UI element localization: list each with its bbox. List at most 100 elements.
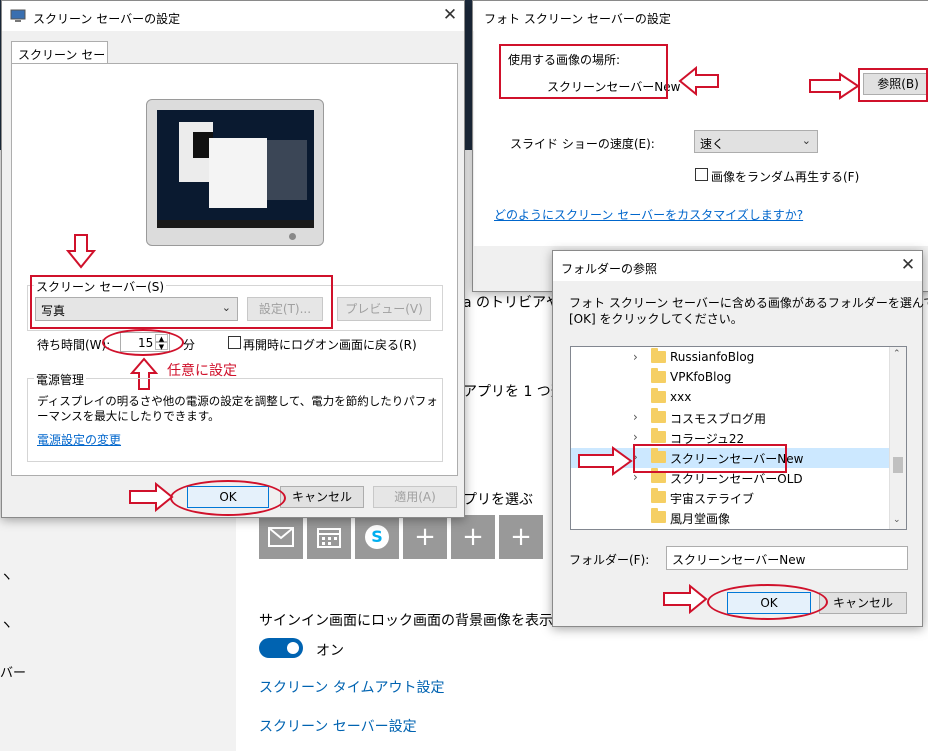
- screen-saver-settings-link[interactable]: スクリーン セーバー設定: [259, 716, 417, 736]
- folder-label: フォルダー(F):: [569, 553, 650, 567]
- preview-screen: [157, 110, 314, 228]
- photo-screensaver-dialog: フォト スクリーン セーバーの設定 使用する画像の場所: スクリーンセーバーNe…: [472, 0, 928, 292]
- annotation-box: [499, 44, 668, 99]
- folder-tree-item[interactable]: 宇宙ステライブ: [571, 488, 889, 508]
- lock-screen-toggle[interactable]: [259, 638, 303, 658]
- speed-value: 速く: [700, 137, 725, 151]
- chevron-right-icon[interactable]: ›: [633, 430, 638, 444]
- plus-icon: +: [462, 522, 484, 552]
- folder-name: 宇宙ステライブ: [670, 492, 755, 506]
- folder-icon: [651, 508, 666, 523]
- chevron-down-icon: ⌄: [801, 134, 811, 147]
- customize-link[interactable]: どのようにスクリーン セーバーをカスタマイズしますか?: [494, 206, 803, 223]
- apply-button[interactable]: 適用(A): [373, 486, 457, 508]
- folder-dialog-title: フォルダーの参照: [561, 262, 658, 276]
- annotation-text: 任意に設定: [167, 363, 237, 379]
- folder-icon: [651, 388, 666, 403]
- photo-dialog-title: フォト スクリーン セーバーの設定: [484, 12, 671, 26]
- plus-icon: +: [510, 522, 532, 552]
- plus-icon: +: [414, 522, 436, 552]
- annotation-box: [30, 275, 333, 329]
- annotation-oval: [707, 584, 828, 620]
- folder-name: xxx: [670, 390, 692, 404]
- speed-select[interactable]: 速く ⌄: [694, 130, 818, 153]
- browse-folder-dialog: フォルダーの参照 ✕ フォト スクリーン セーバーに含める画像があるフォルダーを…: [552, 250, 928, 627]
- annotation-oval: [170, 480, 286, 516]
- folder-list: › RussianfoBlog VPKfoBlog xxx › コスモスブログ用 › コラージ…: [571, 348, 889, 529]
- tab-screensaver[interactable]: スクリーン セーバー: [11, 41, 108, 79]
- scrollbar-thumb[interactable]: [893, 457, 903, 473]
- toggle-state: オン: [316, 643, 344, 659]
- annotation-arrow-right: [128, 481, 174, 513]
- mail-icon: [268, 527, 294, 547]
- annotation-arrow-right: [577, 446, 633, 476]
- annotation-box: [633, 444, 787, 473]
- folder-tree-item[interactable]: › RussianfoBlog: [571, 348, 889, 368]
- add-app-tile[interactable]: +: [451, 515, 495, 559]
- sidebar-fragment: バー: [0, 666, 27, 681]
- folder-tree-item[interactable]: 風月堂画像: [571, 508, 889, 528]
- calendar-icon: [317, 528, 341, 548]
- lock-screen-label: サインイン画面にロック画面の背景画像を表示する: [259, 613, 581, 629]
- add-app-tile[interactable]: +: [499, 515, 543, 559]
- folder-name: RussianfoBlog: [670, 350, 755, 364]
- vertical-scrollbar[interactable]: ⌃ ⌄: [889, 347, 906, 529]
- folder-instruction: [OK] をクリックしてください。: [569, 312, 743, 326]
- folder-icon: [651, 408, 666, 423]
- resume-checkbox[interactable]: [228, 336, 241, 349]
- calendar-app-tile[interactable]: [307, 515, 351, 559]
- scroll-down-icon[interactable]: ⌄: [893, 515, 901, 525]
- scroll-up-icon[interactable]: ⌃: [893, 349, 901, 359]
- sidebar-fragment: ヽ: [0, 618, 14, 633]
- annotation-arrow-down: [65, 233, 97, 269]
- folder-name: VPKfoBlog: [670, 370, 732, 384]
- random-label: 画像をランダム再生する(F): [711, 170, 860, 184]
- folder-field[interactable]: スクリーンセーバーNew: [666, 546, 908, 570]
- annotation-arrow-left: [678, 65, 720, 97]
- screen-timeout-link[interactable]: スクリーン タイムアウト設定: [259, 677, 444, 697]
- folder-tree-item[interactable]: › コスモスブログ用: [571, 408, 889, 428]
- add-app-tile[interactable]: +: [403, 515, 447, 559]
- wait-label: 待ち時間(W):: [37, 338, 111, 352]
- power-description: ディスプレイの明るさや他の電源の設定を調整して、電力を節約したりパフォ: [37, 394, 438, 408]
- cancel-button[interactable]: キャンセル: [819, 592, 907, 614]
- mail-app-tile[interactable]: [259, 515, 303, 559]
- monitor-preview: [146, 99, 324, 246]
- wait-unit: 分: [183, 338, 196, 352]
- preview-button[interactable]: プレビュー(V): [337, 297, 431, 321]
- annotation-oval: [102, 329, 184, 356]
- screensaver-settings-dialog: スクリーン セーバーの設定 ✕ スクリーン セーバー スクリーン セーバー(S)…: [1, 0, 465, 518]
- folder-field-value: スクリーンセーバーNew: [672, 553, 806, 567]
- power-description: ーマンスを最大にしたりできます。: [37, 409, 220, 423]
- power-group-title: 電源管理: [34, 371, 87, 388]
- screensaver-app-icon: [10, 9, 26, 23]
- annotation-box: [858, 68, 928, 102]
- folder-tree-item[interactable]: xxx: [571, 388, 889, 408]
- folder-tree[interactable]: › RussianfoBlog VPKfoBlog xxx › コスモスブログ用 › コラージ…: [570, 346, 907, 530]
- sidebar-fragment: ヽ: [0, 570, 14, 585]
- folder-icon: [651, 348, 666, 363]
- chevron-right-icon[interactable]: ›: [633, 410, 638, 424]
- choose-apps-text: プリを選ぶ: [463, 492, 533, 508]
- random-checkbox[interactable]: [695, 168, 708, 181]
- annotation-arrow-right: [662, 583, 708, 615]
- annotation-arrow-right: [808, 72, 860, 100]
- folder-tree-item[interactable]: VPKfoBlog: [571, 368, 889, 388]
- folder-name: 風月堂画像: [670, 512, 731, 526]
- power-led-icon: [289, 233, 296, 240]
- folder-icon: [651, 428, 666, 443]
- apps-text: アプリを 1 つ選: [463, 384, 565, 400]
- ss-dialog-title: スクリーン セーバーの設定: [33, 12, 181, 26]
- folder-icon: [651, 488, 666, 503]
- cancel-button[interactable]: キャンセル: [280, 486, 364, 508]
- power-settings-link[interactable]: 電源設定の変更: [37, 431, 121, 448]
- close-icon[interactable]: ✕: [440, 5, 460, 25]
- folder-instruction: フォト スクリーン セーバーに含める画像があるフォルダーを選んでから、: [569, 296, 928, 310]
- close-icon[interactable]: ✕: [898, 255, 918, 275]
- speed-label: スライド ショーの速度(E):: [510, 137, 655, 151]
- chevron-right-icon[interactable]: ›: [633, 350, 638, 364]
- resume-label: 再開時にログオン画面に戻る(R): [243, 338, 417, 352]
- folder-name: コスモスブログ用: [670, 412, 767, 426]
- skype-icon: S: [365, 525, 389, 549]
- skype-app-tile[interactable]: S: [355, 515, 399, 559]
